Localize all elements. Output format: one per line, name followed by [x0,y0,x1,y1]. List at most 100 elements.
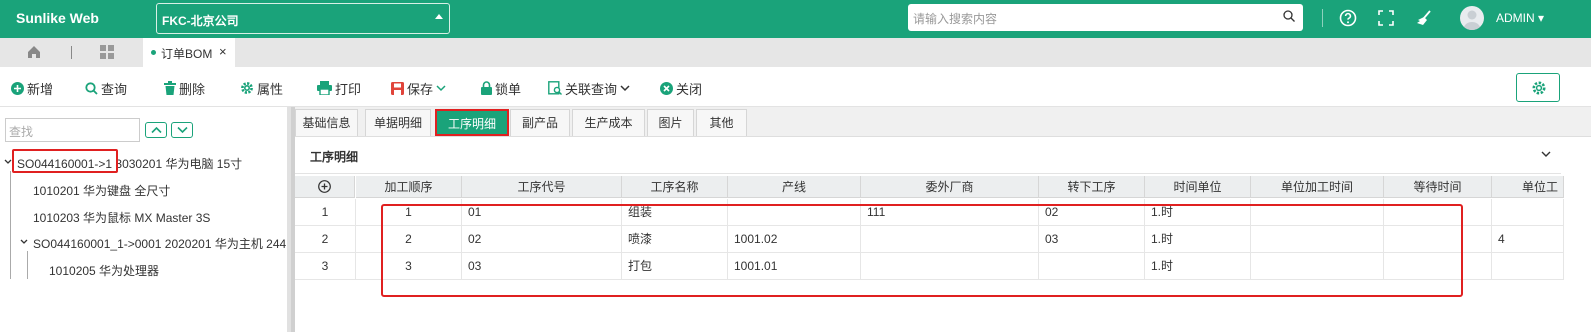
column-header[interactable]: 单位加工时间 [1251,176,1384,198]
column-header[interactable]: 等待时间 [1384,176,1492,198]
tree-guide-line [27,251,28,279]
search-icon [85,81,98,95]
tree-node-host[interactable]: SO044160001_1->0001 2020201 华为主机 244 [33,235,286,252]
trash-icon [164,81,176,95]
printer-icon [317,81,332,95]
tab-other[interactable]: 其他 [696,109,747,136]
tab-document-detail[interactable]: 单据明细 [365,109,431,136]
add-row-button[interactable] [295,176,355,198]
save-button[interactable]: 保存 [391,79,446,97]
tree-search-placeholder: 查找 [9,125,34,139]
tab-basic-info[interactable]: 基础信息 [295,109,358,136]
column-header[interactable]: 时间单位 [1145,176,1251,198]
column-header[interactable]: 工序代号 [462,176,622,198]
column-header[interactable]: 委外厂商 [861,176,1039,198]
company-select[interactable]: FKC-北京公司 [156,3,450,34]
properties-button[interactable]: 属性 [240,79,283,97]
table-cell[interactable] [1492,199,1564,226]
user-menu[interactable]: ADMIN ▾ [1496,11,1544,25]
tab-divider [71,46,72,59]
top-header: Sunlike Web FKC-北京公司 请输入搜索内容 ADMIN ▾ [0,0,1591,38]
tab-order-bom-label: 订单BOM [161,47,213,61]
column-header[interactable]: 加工顺序 [356,176,462,198]
bom-tree-panel: 查找 SO044160001->1 3030201 华为电脑 15寸 10102… [0,107,287,332]
close-label: 关闭 [676,81,703,97]
broom-icon[interactable] [1414,8,1434,28]
search-icon[interactable] [1283,10,1295,22]
action-toolbar: 新增 查询 删除 属性 打印 保存 锁单 关联查询 关闭 [0,67,1591,107]
related-query-button[interactable]: 关联查询 [548,79,630,97]
user-name: ADMIN [1496,11,1535,25]
print-label: 打印 [335,81,362,97]
query-label: 查询 [101,81,128,97]
company-select-value: FKC-北京公司 [162,14,239,28]
row-number: 3 [295,253,356,280]
help-icon[interactable] [1338,8,1358,28]
app-grid-tab[interactable] [76,38,142,67]
properties-label: 属性 [257,81,284,97]
page-tab-strip: 订单BOM × [0,38,1591,67]
tab-order-bom[interactable]: 订单BOM × [143,38,235,67]
plus-circle-icon [11,81,24,95]
home-tab[interactable] [0,38,70,67]
highlight-box [12,149,118,173]
expand-up-button[interactable] [145,122,167,138]
print-button[interactable]: 打印 [317,79,361,97]
fullscreen-icon[interactable] [1376,8,1396,28]
lock-icon [481,81,492,95]
save-label: 保存 [407,81,434,97]
column-header[interactable]: 工序名称 [622,176,728,198]
brand-logo: Sunlike Web [16,10,99,26]
floppy-icon [391,81,404,95]
close-button[interactable]: 关闭 [660,79,702,97]
gear-icon [1532,81,1546,95]
chevron-down-icon[interactable] [1541,151,1551,158]
section-title: 工序明细 [310,150,359,164]
new-button[interactable]: 新增 [11,79,53,97]
tree-node-cpu[interactable]: 1010205 华为处理器 [49,262,159,279]
expand-down-button[interactable] [171,122,193,138]
tab-process-detail[interactable]: 工序明细 [435,109,509,136]
global-search-placeholder: 请输入搜索内容 [913,12,998,26]
column-header[interactable]: 产线 [728,176,861,198]
chevron-down-icon [177,126,188,134]
vertical-scrollbar[interactable] [1564,137,1591,332]
lock-button[interactable]: 锁单 [481,79,521,97]
tab-by-products[interactable]: 副产品 [510,109,570,136]
grid-icon [100,45,114,59]
column-header[interactable]: 单位工 [1492,176,1564,198]
row-number: 2 [295,226,356,253]
home-icon [28,46,40,58]
query-button[interactable]: 查询 [85,79,127,97]
header-divider [1322,9,1323,27]
chevron-down-icon [436,84,446,91]
close-tab-icon[interactable]: × [219,44,227,59]
tree-node-mouse[interactable]: 1010203 华为鼠标 MX Master 3S [33,209,210,226]
detail-tab-bar: 基础信息 单据明细 工序明细 副产品 生产成本 图片 其他 [295,107,1591,137]
caret-up-icon [435,14,443,19]
gear-icon [241,82,253,94]
tree-guide-line [10,171,11,279]
settings-button[interactable] [1516,73,1560,102]
highlight-box [381,204,1463,297]
tree-expand-icon[interactable] [4,158,12,166]
table-cell[interactable] [1492,253,1564,280]
chevron-up-icon [151,126,162,134]
tab-production-cost[interactable]: 生产成本 [572,109,645,136]
section-header[interactable]: 工序明细 [295,137,1561,174]
new-label: 新增 [27,81,54,97]
tree-expand-icon[interactable] [20,238,28,246]
related-query-label: 关联查询 [565,81,618,97]
close-circle-icon [660,81,673,95]
user-avatar-icon[interactable] [1460,6,1484,30]
table-cell[interactable]: 4 [1492,226,1564,253]
chevron-down-icon [620,84,630,91]
tree-node-keyboard[interactable]: 1010201 华为键盘 全尺寸 [33,182,170,199]
delete-button[interactable]: 删除 [164,79,205,97]
column-header[interactable]: 转下工序 [1039,176,1145,198]
tree-search-input[interactable]: 查找 [5,118,140,142]
tab-images[interactable]: 图片 [647,109,694,136]
active-dot [151,50,156,55]
global-search-input[interactable]: 请输入搜索内容 [908,4,1303,31]
document-search-icon [548,81,562,95]
